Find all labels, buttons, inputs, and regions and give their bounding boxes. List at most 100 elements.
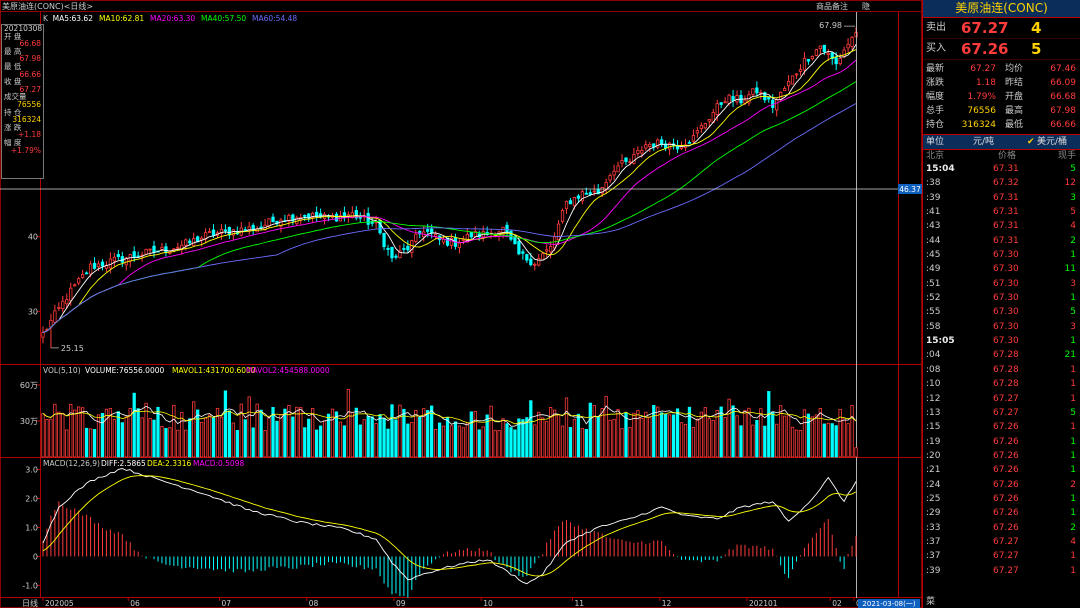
candle-body[interactable] <box>84 272 89 275</box>
candle-body[interactable] <box>88 263 93 275</box>
candle-body[interactable] <box>545 249 549 252</box>
candle-body[interactable] <box>719 102 723 105</box>
candle-body[interactable] <box>390 246 394 259</box>
candle-body[interactable] <box>691 134 696 142</box>
candle-body[interactable] <box>81 274 85 278</box>
candle-body[interactable] <box>65 299 69 305</box>
candle-body[interactable] <box>850 36 854 47</box>
tick-row[interactable]: :24 67.26 2 <box>923 478 1080 492</box>
candle-body[interactable] <box>703 123 707 129</box>
candle-body[interactable] <box>394 255 398 258</box>
candle-body[interactable] <box>767 96 771 100</box>
tick-row[interactable]: :51 67.30 3 <box>923 277 1080 291</box>
tick-row[interactable]: :37 67.27 4 <box>923 535 1080 549</box>
candle-body[interactable] <box>433 233 438 237</box>
candle-body[interactable] <box>303 215 307 217</box>
candle-body[interactable] <box>576 195 581 199</box>
candle-body[interactable] <box>144 248 148 255</box>
tick-row[interactable]: :39 67.31 3 <box>923 191 1080 205</box>
tick-row[interactable]: :37 67.27 1 <box>923 549 1080 563</box>
candle-body[interactable] <box>77 278 81 284</box>
candle-body[interactable] <box>426 229 430 232</box>
candle-body[interactable] <box>334 213 339 222</box>
candle-body[interactable] <box>461 238 466 241</box>
panel-footer[interactable]: 菜 <box>926 594 935 607</box>
candle-body[interactable] <box>57 307 61 309</box>
candle-body[interactable] <box>695 130 700 134</box>
candle-body[interactable] <box>537 257 541 266</box>
candle-body[interactable] <box>592 190 596 193</box>
candle-body[interactable] <box>699 125 703 129</box>
candle-body[interactable] <box>572 197 577 207</box>
candle-body[interactable] <box>715 103 719 115</box>
candle-body[interactable] <box>223 229 228 232</box>
tick-row[interactable]: :04 67.28 21 <box>923 348 1080 362</box>
candle-body[interactable] <box>838 57 842 65</box>
candle-body[interactable] <box>727 94 731 104</box>
candle-body[interactable] <box>267 218 271 227</box>
candle-body[interactable] <box>207 231 212 233</box>
candle-body[interactable] <box>564 200 569 210</box>
candle-body[interactable] <box>616 165 620 173</box>
candle-body[interactable] <box>148 248 152 251</box>
candle-body[interactable] <box>457 242 462 249</box>
tick-row[interactable]: :13 67.27 5 <box>923 406 1080 420</box>
candle-body[interactable] <box>402 248 406 250</box>
candle-body[interactable] <box>378 219 382 234</box>
candle-body[interactable] <box>96 263 101 268</box>
candle-body[interactable] <box>628 161 632 164</box>
candle-body[interactable] <box>152 245 156 253</box>
candle-body[interactable] <box>132 251 136 258</box>
candle-body[interactable] <box>541 253 545 261</box>
candle-body[interactable] <box>525 254 529 261</box>
candle-body[interactable] <box>802 57 807 71</box>
candle-body[interactable] <box>612 170 616 176</box>
candle-body[interactable] <box>358 216 362 219</box>
candle-body[interactable] <box>69 287 73 302</box>
candle-body[interactable] <box>608 175 612 181</box>
candle-body[interactable] <box>366 212 370 225</box>
candle-body[interactable] <box>644 144 648 149</box>
candle-body[interactable] <box>382 232 386 248</box>
candle-body[interactable] <box>755 87 759 94</box>
candle-body[interactable] <box>509 230 513 240</box>
candle-body[interactable] <box>184 239 188 246</box>
candle-body[interactable] <box>822 44 826 52</box>
candle-body[interactable] <box>826 52 830 55</box>
candle-body[interactable] <box>188 240 192 244</box>
candle-body[interactable] <box>342 212 347 217</box>
candle-body[interactable] <box>818 45 822 49</box>
unit-row[interactable]: 单位 元/吨 ✔ 美元/桶 <box>923 134 1080 150</box>
candle-body[interactable] <box>386 248 390 250</box>
candle-body[interactable] <box>560 210 565 222</box>
tick-row[interactable]: :38 67.32 12 <box>923 176 1080 190</box>
candle-body[interactable] <box>556 223 561 241</box>
tick-row[interactable]: :41 67.31 5 <box>923 205 1080 219</box>
tick-row[interactable]: :52 67.30 1 <box>923 291 1080 305</box>
candle-body[interactable] <box>782 88 787 91</box>
tick-row[interactable]: :19 67.26 1 <box>923 435 1080 449</box>
candle-body[interactable] <box>842 49 846 58</box>
candle-body[interactable] <box>687 141 692 144</box>
candle-body[interactable] <box>100 261 105 267</box>
candle-body[interactable] <box>751 88 755 95</box>
candle-body[interactable] <box>469 231 473 238</box>
candle-body[interactable] <box>533 263 537 266</box>
candle-body[interactable] <box>160 246 164 250</box>
candle-body[interactable] <box>164 246 168 253</box>
candle-body[interactable] <box>790 75 795 85</box>
candle-body[interactable] <box>584 192 588 195</box>
candle-body[interactable] <box>552 236 557 249</box>
candle-body[interactable] <box>112 256 117 262</box>
candle-body[interactable] <box>786 80 791 87</box>
tick-row[interactable]: :15 67.26 1 <box>923 420 1080 434</box>
tick-row[interactable]: :33 67.26 2 <box>923 521 1080 535</box>
candle-body[interactable] <box>505 224 509 234</box>
candle-body[interactable] <box>814 49 818 56</box>
candle-body[interactable] <box>259 226 263 229</box>
candle-body[interactable] <box>723 101 727 104</box>
sell-row[interactable]: 卖出 67.27 4 <box>923 18 1080 39</box>
candle-body[interactable] <box>779 91 783 101</box>
candle-body[interactable] <box>549 245 553 253</box>
candle-body[interactable] <box>648 143 652 147</box>
